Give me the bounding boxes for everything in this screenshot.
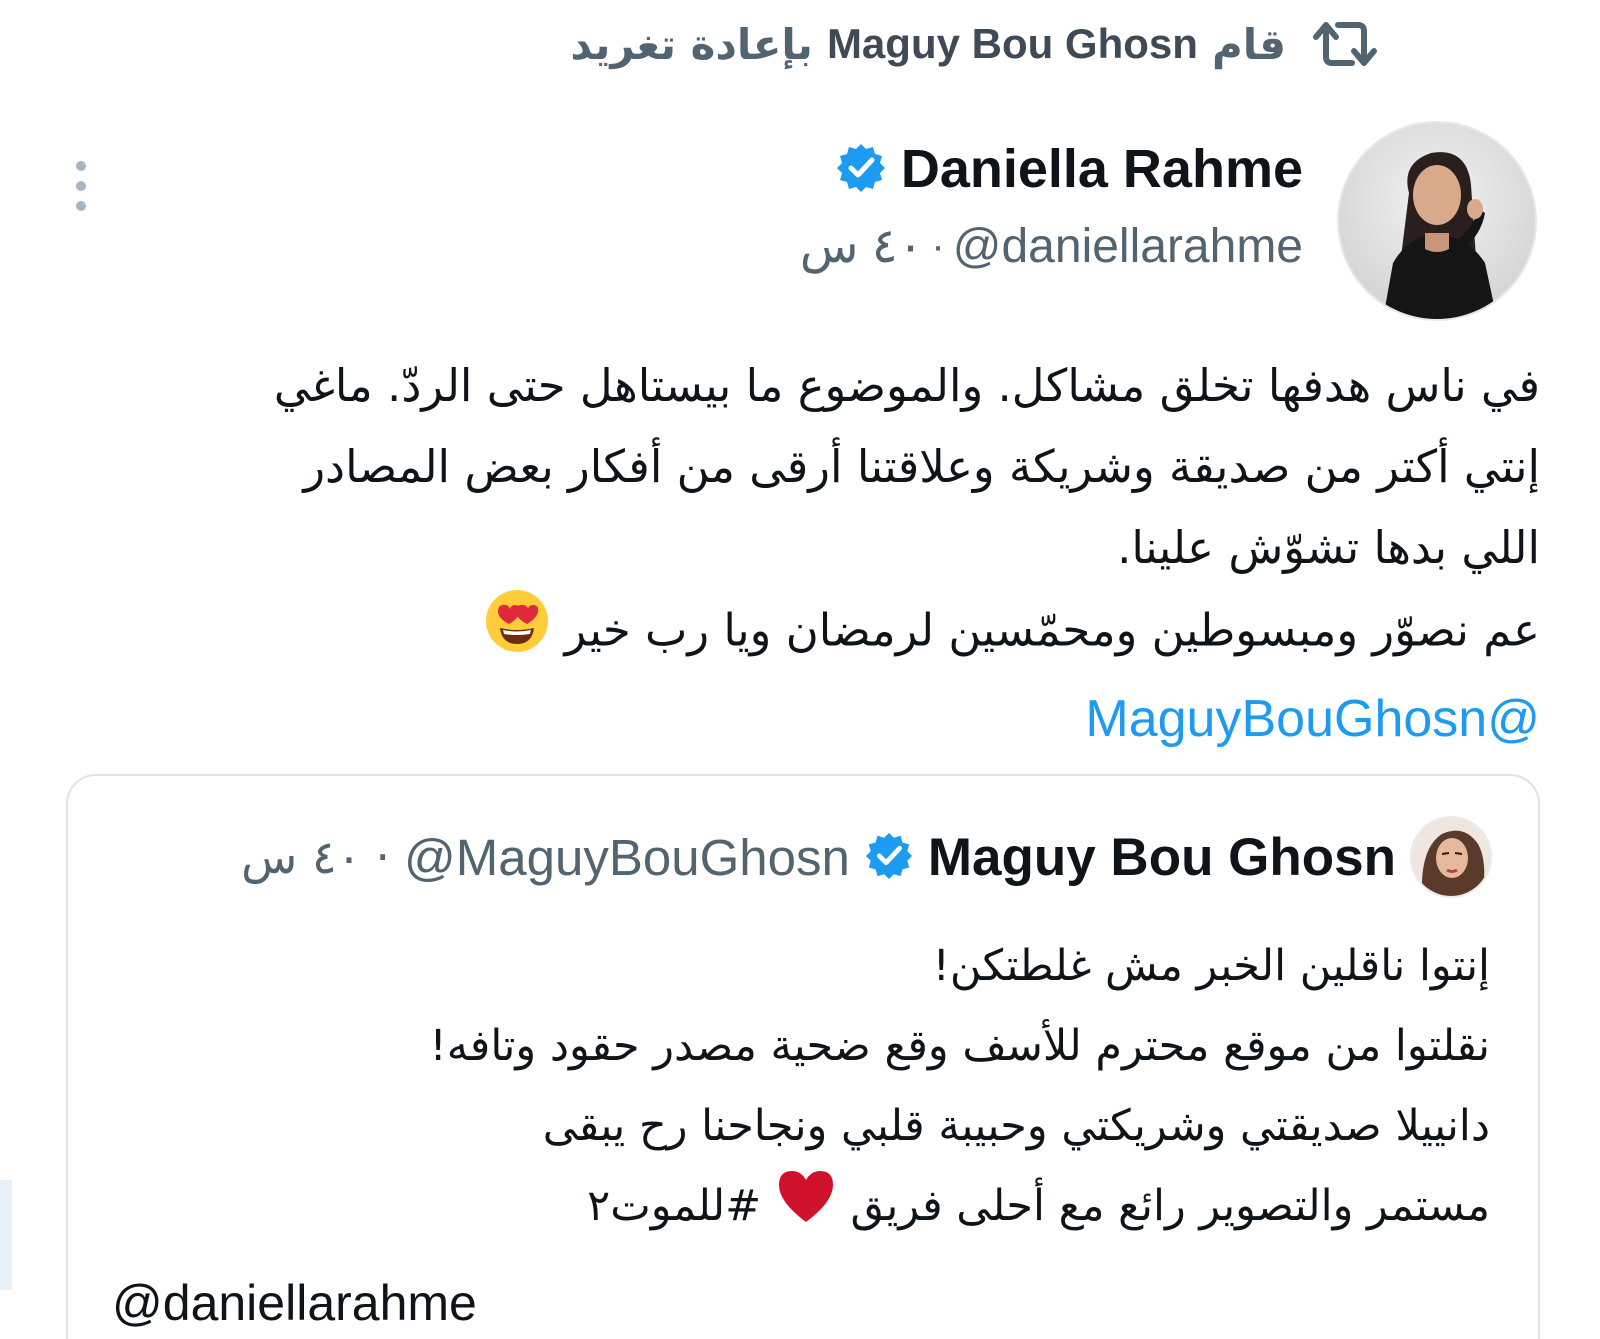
retweet-context[interactable]: قام Maguy Bou Ghosn بإعادة تغريد	[570, 12, 1378, 76]
tweet-line-3: اللي بدها تشوّش علينا.	[1117, 521, 1540, 574]
side-panel-edge	[0, 1180, 12, 1290]
tweet-screen: قام Maguy Bou Ghosn بإعادة تغريد Daniell…	[0, 0, 1600, 1339]
retweeter-name[interactable]: Maguy Bou Ghosn	[827, 20, 1198, 68]
retweet-icon	[1312, 17, 1378, 71]
more-vertical-icon[interactable]	[68, 158, 94, 218]
author-meta: ٤٠ س · @daniellarahme	[800, 218, 1303, 274]
tweet-time[interactable]: ٤٠ س	[800, 218, 924, 274]
tweet-mention-link[interactable]: @MaguyBouGhosn	[1085, 690, 1540, 748]
verified-badge-icon	[835, 141, 887, 197]
tweet-mention-line: @MaguyBouGhosn	[40, 679, 1540, 761]
quoted-line-2: نقلتوا من موقع محترم للأسف وقع ضحية مصدر…	[429, 1021, 1490, 1071]
quoted-line-1: إنتوا ناقلين الخبر مش غلطتكن!	[932, 941, 1490, 991]
author-block: Daniella Rahme ٤٠ س · @daniellarahme	[800, 138, 1303, 274]
quoted-line-3: دانييلا صديقتي وشريكتي وحبيبة قلبي ونجاح…	[542, 1101, 1490, 1151]
quoted-mention[interactable]: @daniellarahme	[112, 1274, 477, 1332]
red-heart-emoji	[775, 1168, 837, 1250]
tweet-line-4: عم نصوّر ومبسوطين ومحمّسين لرمضان ويا رب…	[40, 588, 1540, 679]
author-avatar[interactable]	[1337, 121, 1537, 321]
author-name-row: Daniella Rahme	[800, 138, 1303, 200]
retweet-suffix: بإعادة تغريد	[570, 19, 813, 69]
tweet-text: في ناس هدفها تخلق مشاكل. والموضوع ما بيس…	[40, 345, 1540, 761]
retweet-prefix: قام	[1211, 19, 1286, 69]
tweet-line-4-text: عم نصوّر ومبسوطين ومحمّسين لرمضان ويا رب…	[564, 603, 1541, 657]
author-name[interactable]: Daniella Rahme	[901, 138, 1303, 200]
quoted-author-name[interactable]: Maguy Bou Ghosn	[928, 827, 1396, 888]
quoted-hashtag[interactable]: #للموت٢	[587, 1181, 761, 1231]
author-handle[interactable]: @daniellarahme	[953, 219, 1303, 274]
verified-badge-icon	[864, 830, 914, 884]
heart-eyes-emoji	[484, 588, 550, 679]
quoted-header: Maguy Bou Ghosn @MaguyBouGhosn · ٤٠ س	[241, 816, 1492, 898]
quoted-line-4: مستمر والتصوير رائع مع أحلى فريق #للموت٢	[120, 1166, 1490, 1250]
quoted-author-handle[interactable]: @MaguyBouGhosn	[404, 828, 850, 887]
tweet-line-2: إنتي أكتر من صديقة وشريكة وعلاقتنا أرقى …	[303, 440, 1540, 493]
quoted-time[interactable]: ٤٠ س	[241, 830, 361, 884]
quoted-tweet-card[interactable]: Maguy Bou Ghosn @MaguyBouGhosn · ٤٠ س إن…	[66, 774, 1540, 1339]
quoted-separator: ·	[375, 830, 390, 884]
quoted-author-avatar[interactable]	[1410, 816, 1492, 898]
tweet-line-1: في ناس هدفها تخلق مشاكل. والموضوع ما بيس…	[273, 359, 1540, 412]
retweet-label: قام Maguy Bou Ghosn بإعادة تغريد	[570, 20, 1286, 69]
quoted-line-4-text: مستمر والتصوير رائع مع أحلى فريق	[850, 1181, 1490, 1231]
meta-separator: ·	[931, 223, 945, 268]
quoted-text: إنتوا ناقلين الخبر مش غلطتكن! نقلتوا من …	[120, 926, 1490, 1250]
